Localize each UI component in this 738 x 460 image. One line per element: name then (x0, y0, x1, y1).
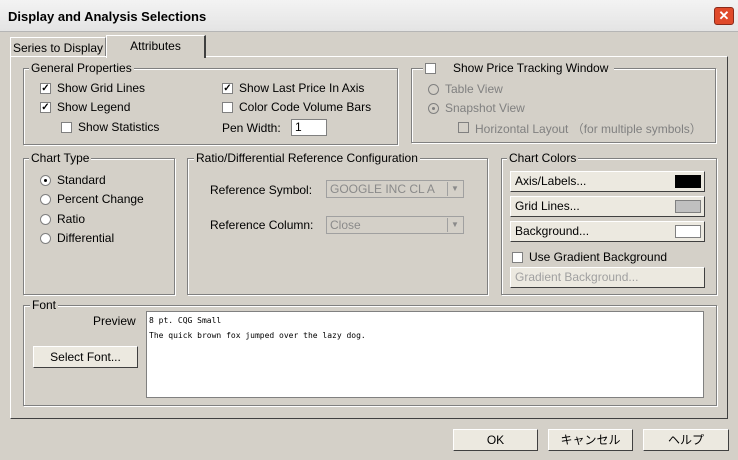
help-button[interactable]: ヘルプ (643, 429, 729, 451)
show-last-price-label[interactable]: Show Last Price In Axis (239, 81, 364, 95)
reference-column-select[interactable]: Close ▼ (326, 216, 464, 234)
chart-colors-legend: Chart Colors (507, 151, 579, 165)
axis-labels-swatch (675, 175, 701, 188)
preview-line-1: 8 pt. CQG Small (149, 316, 222, 325)
reference-column-label: Reference Column: (210, 218, 314, 232)
use-gradient-checkbox[interactable] (512, 252, 523, 263)
chart-type-percent-label[interactable]: Percent Change (57, 192, 144, 206)
font-preview-box: 8 pt. CQG Small The quick brown fox jump… (146, 311, 704, 398)
show-statistics-checkbox[interactable] (61, 122, 72, 133)
horizontal-layout-label: Horizontal Layout （for multiple symbols） (475, 122, 702, 136)
reference-symbol-label: Reference Symbol: (210, 183, 313, 197)
reference-config-legend: Ratio/Differential Reference Configurati… (194, 151, 420, 165)
tab-label: Series to Display (12, 41, 104, 55)
color-code-volume-label[interactable]: Color Code Volume Bars (239, 100, 371, 114)
show-price-tracking-label[interactable]: Show Price Tracking Window (453, 61, 608, 75)
chart-type-differential-label[interactable]: Differential (57, 231, 114, 245)
tab-attributes[interactable]: Attributes (106, 35, 206, 58)
preview-line-2: The quick brown fox jumped over the lazy… (149, 331, 366, 340)
snapshot-view-label: Snapshot View (445, 101, 525, 115)
title-bar: Display and Analysis Selections ✕ (0, 0, 738, 32)
grid-lines-swatch (675, 200, 701, 213)
background-button-label: Background... (515, 224, 590, 238)
tab-series-to-display[interactable]: Series to Display (10, 37, 106, 57)
chart-type-standard-label[interactable]: Standard (57, 173, 106, 187)
grid-lines-button-label: Grid Lines... (515, 199, 580, 213)
show-price-tracking-checkbox[interactable] (425, 63, 436, 74)
chart-type-legend: Chart Type (29, 151, 92, 165)
price-tracking-header: Show Price Tracking Window (423, 61, 615, 75)
show-grid-lines-label[interactable]: Show Grid Lines (57, 81, 145, 95)
background-swatch (675, 225, 701, 238)
tab-label: Attributes (130, 39, 181, 53)
chevron-down-icon: ▼ (447, 182, 462, 196)
window-title: Display and Analysis Selections (8, 9, 207, 24)
chart-type-differential-radio[interactable] (40, 233, 51, 244)
chart-type-ratio-label[interactable]: Ratio (57, 212, 85, 226)
snapshot-view-radio[interactable] (428, 103, 439, 114)
close-button[interactable]: ✕ (714, 7, 734, 25)
color-code-volume-checkbox[interactable] (222, 102, 233, 113)
general-properties-legend: General Properties (29, 61, 134, 75)
chart-type-percent-radio[interactable] (40, 194, 51, 205)
show-legend-label[interactable]: Show Legend (57, 100, 130, 114)
use-gradient-label[interactable]: Use Gradient Background (529, 250, 667, 264)
show-last-price-checkbox[interactable]: ✓ (222, 83, 233, 94)
cancel-button[interactable]: キャンセル (548, 429, 633, 451)
axis-labels-button-label: Axis/Labels... (515, 174, 587, 188)
ok-button[interactable]: OK (453, 429, 538, 451)
reference-symbol-select[interactable]: GOOGLE INC CL A ▼ (326, 180, 464, 198)
horizontal-layout-checkbox[interactable] (458, 122, 469, 133)
reference-column-value: Close (330, 218, 361, 232)
close-icon: ✕ (718, 8, 730, 23)
font-legend: Font (30, 298, 59, 312)
preview-label: Preview (93, 314, 136, 328)
chart-type-standard-radio[interactable] (40, 175, 51, 186)
select-font-button[interactable]: Select Font... (33, 346, 138, 368)
table-view-radio[interactable] (428, 84, 439, 95)
pen-width-input[interactable]: 1 (291, 119, 327, 136)
reference-symbol-value: GOOGLE INC CL A (330, 182, 435, 196)
show-statistics-label[interactable]: Show Statistics (78, 120, 159, 134)
chart-type-ratio-radio[interactable] (40, 214, 51, 225)
show-grid-lines-checkbox[interactable]: ✓ (40, 83, 51, 94)
gradient-background-button[interactable]: Gradient Background... (510, 267, 705, 288)
table-view-label: Table View (445, 82, 503, 96)
pen-width-label: Pen Width: (222, 121, 281, 135)
show-legend-checkbox[interactable]: ✓ (40, 102, 51, 113)
chevron-down-icon: ▼ (447, 218, 462, 232)
